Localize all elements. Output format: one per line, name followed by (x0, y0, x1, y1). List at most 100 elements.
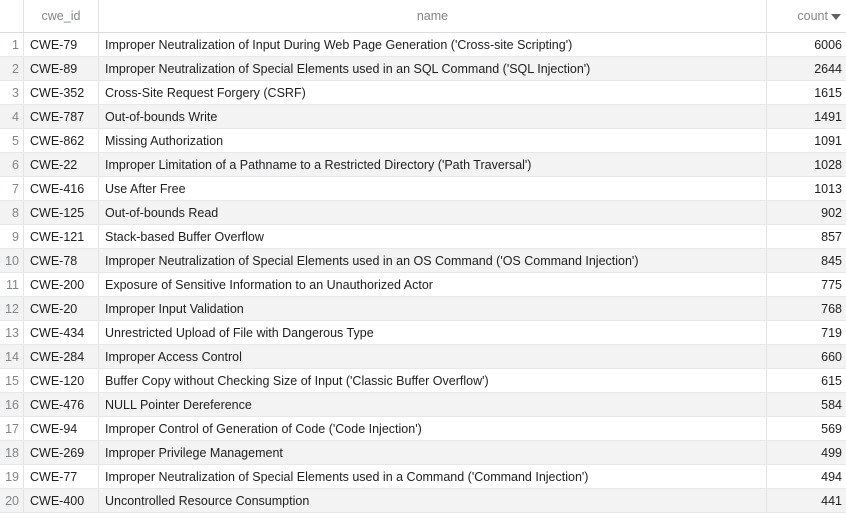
name-cell: Improper Access Control (99, 345, 767, 368)
table-row[interactable]: 7 CWE-416 Use After Free 1013 (0, 177, 846, 201)
table-header: cwe_id name count (0, 0, 846, 33)
cwe-id-cell: CWE-862 (24, 129, 99, 152)
name-cell: NULL Pointer Dereference (99, 393, 767, 416)
header-count[interactable]: count (767, 0, 846, 32)
name-cell: Improper Control of Generation of Code (… (99, 417, 767, 440)
table-body: 1 CWE-79 Improper Neutralization of Input … (0, 33, 846, 513)
cwe-id-cell: CWE-476 (24, 393, 99, 416)
table-row[interactable]: 12 CWE-20 Improper Input Validation 768 (0, 297, 846, 321)
name-cell: Improper Neutralization of Input During … (99, 33, 767, 56)
cwe-id-cell: CWE-125 (24, 201, 99, 224)
cwe-id-cell: CWE-89 (24, 57, 99, 80)
name-cell: Improper Input Validation (99, 297, 767, 320)
count-cell: 857 (821, 229, 842, 244)
name-cell: Improper Limitation of a Pathname to a R… (99, 153, 767, 176)
name-cell: Out-of-bounds Write (99, 105, 767, 128)
cwe-id-cell: CWE-200 (24, 273, 99, 296)
cwe-id-cell: CWE-787 (24, 105, 99, 128)
count-cell: 768 (821, 301, 842, 316)
results-table: cwe_id name count 1 CWE-79 Improper Neutra… (0, 0, 846, 513)
count-cell: 660 (821, 349, 842, 364)
name-cell: Unrestricted Upload of File with Dangero… (99, 321, 767, 344)
count-cell: 845 (821, 253, 842, 268)
row-number: 3 (0, 81, 24, 104)
cwe-id-cell: CWE-121 (24, 225, 99, 248)
cwe-id-cell: CWE-20 (24, 297, 99, 320)
table-row[interactable]: 1 CWE-79 Improper Neutralization of Input … (0, 33, 846, 57)
row-number: 18 (0, 441, 24, 464)
name-cell: Uncontrolled Resource Consumption (99, 489, 767, 512)
table-row[interactable]: 20 CWE-400 Uncontrolled Resource Consumpti… (0, 489, 846, 513)
table-row[interactable]: 13 CWE-434 Unrestricted Upload of File wit… (0, 321, 846, 345)
count-cell: 6006 (814, 37, 842, 52)
table-row[interactable]: 3 CWE-352 Cross-Site Request Forgery (CSRF… (0, 81, 846, 105)
count-cell: 615 (821, 373, 842, 388)
count-cell: 494 (821, 469, 842, 484)
table-row[interactable]: 19 CWE-77 Improper Neutralization of Speci… (0, 465, 846, 489)
table-row[interactable]: 4 CWE-787 Out-of-bounds Write 1491 (0, 105, 846, 129)
name-cell: Out-of-bounds Read (99, 201, 767, 224)
cwe-id-cell: CWE-352 (24, 81, 99, 104)
count-cell: 499 (821, 445, 842, 460)
cwe-id-cell: CWE-120 (24, 369, 99, 392)
row-number: 11 (0, 273, 24, 296)
table-row[interactable]: 16 CWE-476 NULL Pointer Dereference 584 (0, 393, 846, 417)
count-cell: 775 (821, 277, 842, 292)
cwe-id-cell: CWE-94 (24, 417, 99, 440)
header-cwe-id[interactable]: cwe_id (24, 0, 99, 32)
cwe-id-cell: CWE-400 (24, 489, 99, 512)
row-number: 6 (0, 153, 24, 176)
header-name[interactable]: name (99, 0, 767, 32)
table-row[interactable]: 2 CWE-89 Improper Neutralization of Specia… (0, 57, 846, 81)
row-number: 13 (0, 321, 24, 344)
table-row[interactable]: 9 CWE-121 Stack-based Buffer Overflow 857 (0, 225, 846, 249)
table-row[interactable]: 17 CWE-94 Improper Control of Generation o… (0, 417, 846, 441)
row-number: 4 (0, 105, 24, 128)
cwe-id-cell: CWE-434 (24, 321, 99, 344)
row-number: 12 (0, 297, 24, 320)
row-number: 8 (0, 201, 24, 224)
table-row[interactable]: 6 CWE-22 Improper Limitation of a Pathname… (0, 153, 846, 177)
name-cell: Stack-based Buffer Overflow (99, 225, 767, 248)
header-rownum (0, 0, 24, 32)
row-number: 1 (0, 33, 24, 56)
table-row[interactable]: 18 CWE-269 Improper Privilege Management 49… (0, 441, 846, 465)
count-cell: 902 (821, 205, 842, 220)
cwe-id-cell: CWE-416 (24, 177, 99, 200)
table-row[interactable]: 14 CWE-284 Improper Access Control 660 (0, 345, 846, 369)
cwe-id-cell: CWE-78 (24, 249, 99, 272)
count-cell: 1028 (814, 157, 842, 172)
header-count-label: count (797, 9, 828, 23)
table-row[interactable]: 10 CWE-78 Improper Neutralization of Speci… (0, 249, 846, 273)
row-number: 5 (0, 129, 24, 152)
count-cell: 2644 (814, 61, 842, 76)
count-cell: 1615 (814, 85, 842, 100)
count-cell: 584 (821, 397, 842, 412)
name-cell: Buffer Copy without Checking Size of Inp… (99, 369, 767, 392)
count-cell: 1091 (814, 133, 842, 148)
cwe-id-cell: CWE-269 (24, 441, 99, 464)
name-cell: Improper Privilege Management (99, 441, 767, 464)
table-row[interactable]: 11 CWE-200 Exposure of Sensitive Informati… (0, 273, 846, 297)
cwe-id-cell: CWE-79 (24, 33, 99, 56)
name-cell: Improper Neutralization of Special Eleme… (99, 465, 767, 488)
sort-down-icon[interactable] (831, 14, 841, 20)
table-row[interactable]: 8 CWE-125 Out-of-bounds Read 902 (0, 201, 846, 225)
row-number: 16 (0, 393, 24, 416)
name-cell: Improper Neutralization of Special Eleme… (99, 249, 767, 272)
row-number: 9 (0, 225, 24, 248)
row-number: 2 (0, 57, 24, 80)
row-number: 20 (0, 489, 24, 512)
count-cell: 441 (821, 493, 842, 508)
row-number: 17 (0, 417, 24, 440)
name-cell: Missing Authorization (99, 129, 767, 152)
table-row[interactable]: 15 CWE-120 Buffer Copy without Checking Si… (0, 369, 846, 393)
count-cell: 569 (821, 421, 842, 436)
name-cell: Cross-Site Request Forgery (CSRF) (99, 81, 767, 104)
table-row[interactable]: 5 CWE-862 Missing Authorization 1091 (0, 129, 846, 153)
count-cell: 1013 (814, 181, 842, 196)
cwe-id-cell: CWE-77 (24, 465, 99, 488)
cwe-id-cell: CWE-284 (24, 345, 99, 368)
count-cell: 1491 (814, 109, 842, 124)
cwe-id-cell: CWE-22 (24, 153, 99, 176)
